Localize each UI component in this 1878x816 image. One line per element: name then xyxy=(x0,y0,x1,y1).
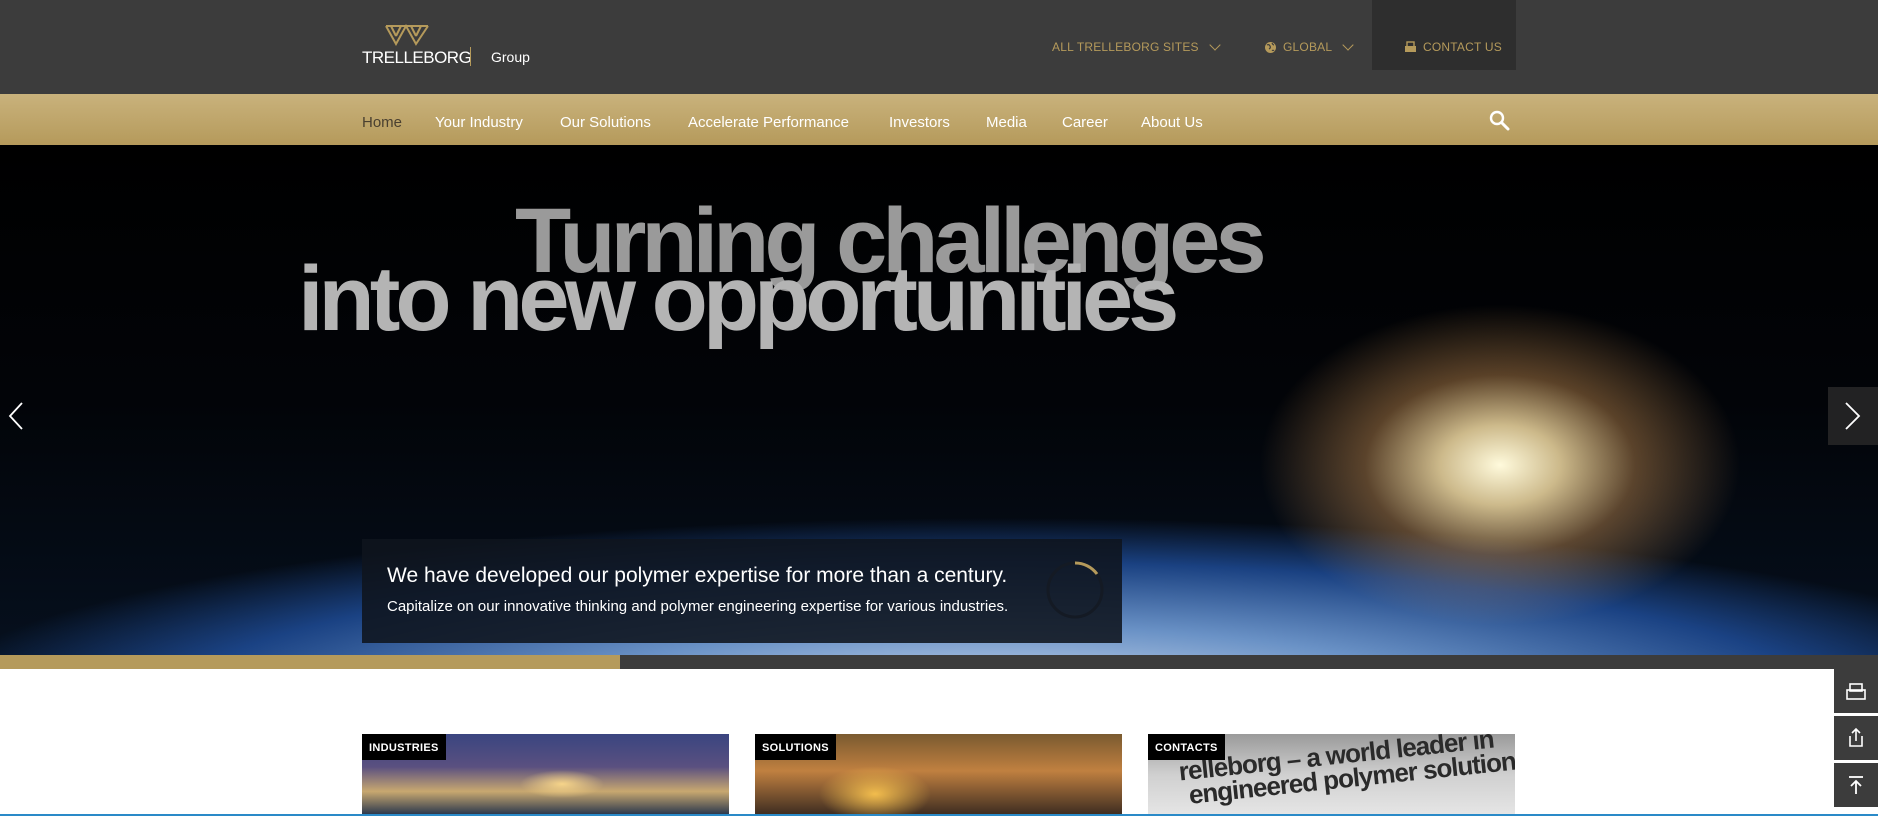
chevron-right-icon xyxy=(1845,402,1861,430)
industries-card[interactable]: INDUSTRIES xyxy=(362,734,729,816)
global-label: GLOBAL xyxy=(1283,40,1333,54)
contact-us-link[interactable]: CONTACT US xyxy=(1404,40,1502,54)
chevron-down-icon xyxy=(1209,38,1221,51)
nav-item-home[interactable]: Home xyxy=(362,114,402,131)
nav-item-investors[interactable]: Investors xyxy=(889,114,950,131)
chevron-down-icon xyxy=(1342,38,1354,51)
hero-caption-title: We have developed our polymer expertise … xyxy=(387,564,1008,587)
contact-icon xyxy=(1846,683,1866,700)
industries-card-label: INDUSTRIES xyxy=(362,734,446,760)
logo-divider xyxy=(470,47,471,66)
hero-headline-line2: into new opportunities xyxy=(298,248,1179,350)
carousel-progress-fill xyxy=(0,655,620,669)
contacts-card[interactable]: relleborg – a world leader in engineered… xyxy=(1148,734,1515,816)
carousel-next-button[interactable] xyxy=(1828,387,1878,445)
nav-item-our-solutions[interactable]: Our Solutions xyxy=(560,114,651,131)
all-trelleborg-sites-dropdown[interactable]: ALL TRELLEBORG SITES xyxy=(1052,38,1221,54)
nav-item-your-industry[interactable]: Your Industry xyxy=(435,114,523,131)
search-button[interactable] xyxy=(1487,108,1513,134)
contacts-card-label: CONTACTS xyxy=(1148,734,1225,760)
nav-item-media[interactable]: Media xyxy=(986,114,1027,131)
slide-timer-icon xyxy=(1046,561,1104,619)
search-icon xyxy=(1489,110,1510,131)
contact-icon xyxy=(1405,41,1416,52)
main-nav: Home Your Industry Our Solutions Acceler… xyxy=(0,94,1878,145)
share-icon xyxy=(1849,727,1863,747)
side-contact-button[interactable] xyxy=(1834,669,1878,713)
hero-caption[interactable]: We have developed our polymer expertise … xyxy=(362,539,1122,643)
side-share-button[interactable] xyxy=(1834,716,1878,760)
globe-icon xyxy=(1265,41,1276,53)
all-sites-label: ALL TRELLEBORG SITES xyxy=(1052,40,1199,54)
logo-mark-icon xyxy=(385,24,429,46)
trelleborg-logo[interactable]: TRELLEBORG Group xyxy=(362,24,542,68)
carousel-progress-bar xyxy=(0,655,1878,669)
solutions-card-label: SOLUTIONS xyxy=(755,734,836,760)
chevron-left-icon xyxy=(8,402,23,430)
contact-us-label: CONTACT US xyxy=(1423,40,1502,54)
side-back-to-top-button[interactable] xyxy=(1834,763,1878,807)
nav-item-career[interactable]: Career xyxy=(1062,114,1108,131)
nav-item-accelerate-performance[interactable]: Accelerate Performance xyxy=(688,114,849,131)
solutions-card[interactable]: SOLUTIONS xyxy=(755,734,1122,816)
top-bar: TRELLEBORG Group ALL TRELLEBORG SITES GL… xyxy=(0,0,1878,94)
contact-us-box: CONTACT US xyxy=(1372,0,1516,70)
hero-caption-subtitle: Capitalize on our innovative thinking an… xyxy=(387,598,1009,615)
nav-item-about-us[interactable]: About Us xyxy=(1141,114,1203,131)
carousel-prev-button[interactable] xyxy=(0,387,50,445)
global-dropdown[interactable]: GLOBAL xyxy=(1264,38,1354,54)
hero-carousel: Turning challenges into new opportunitie… xyxy=(0,145,1878,655)
back-to-top-icon xyxy=(1849,776,1863,794)
logo-text: TRELLEBORG xyxy=(362,48,472,67)
logo-group-label: Group xyxy=(491,49,530,65)
